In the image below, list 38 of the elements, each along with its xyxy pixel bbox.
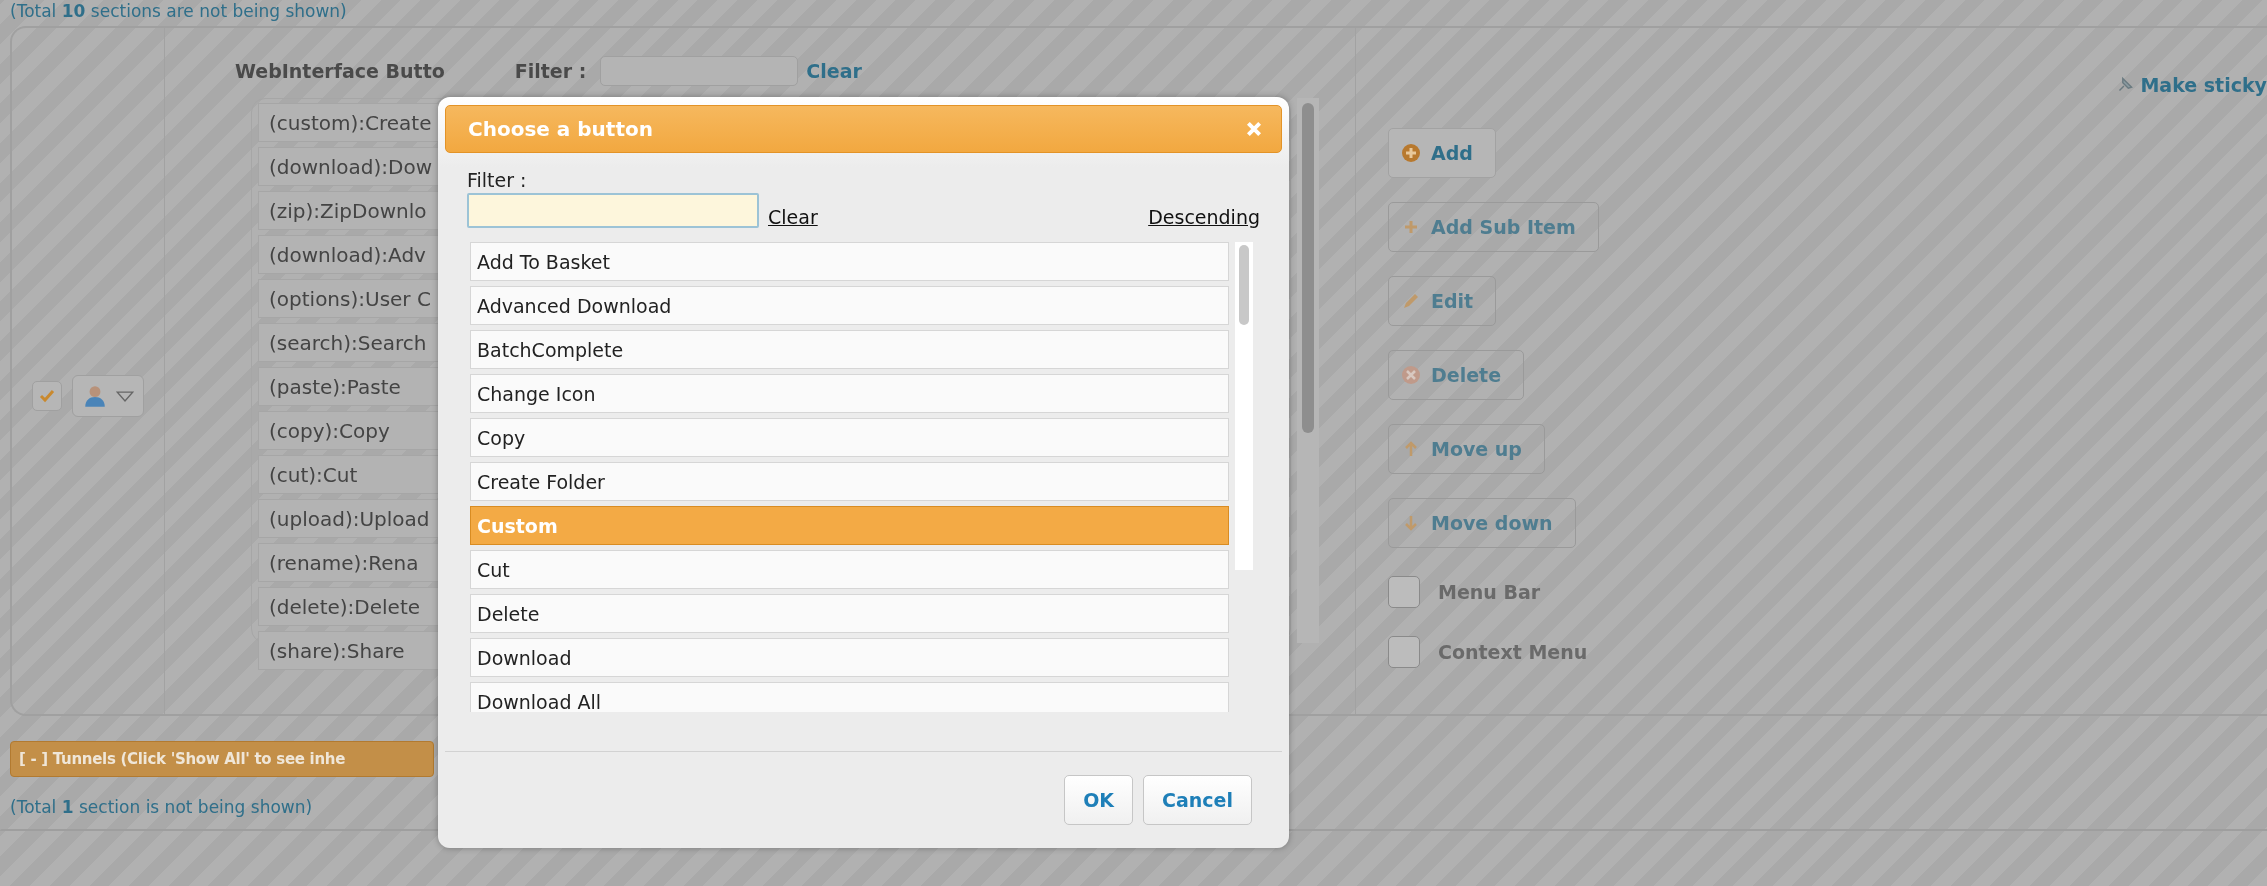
option-checkbox[interactable]	[1388, 576, 1420, 608]
close-icon[interactable]	[1245, 120, 1263, 138]
button-option[interactable]: Create Folder	[470, 462, 1229, 501]
enabled-checkbox[interactable]	[32, 381, 62, 411]
filter-input[interactable]	[467, 193, 759, 228]
button-option[interactable]: Delete	[470, 594, 1229, 633]
scrollbar-thumb[interactable]	[1239, 245, 1249, 325]
user-icon	[82, 383, 108, 409]
button-option[interactable]: Cut	[470, 550, 1229, 589]
plus-circle-icon	[1401, 143, 1421, 163]
delete-icon	[1401, 365, 1421, 385]
user-dropdown[interactable]	[72, 375, 144, 417]
section-title: WebInterface Butto	[235, 60, 445, 82]
sections-hidden-note: (Total 1 section is not being shown)	[10, 796, 313, 819]
button-option[interactable]: Change Icon	[470, 374, 1229, 413]
sections-hidden-note: (Total 10 sections are not being shown)	[10, 0, 347, 22]
pencil-icon	[1401, 291, 1421, 311]
filter-label: Filter :	[467, 169, 528, 191]
button-option[interactable]: Copy	[470, 418, 1229, 457]
dialog-button[interactable]: OK	[1064, 775, 1134, 825]
filter-label: Filter :	[514, 60, 587, 82]
clear-link[interactable]: Clear	[768, 206, 818, 228]
dialog-button[interactable]: Cancel	[1143, 775, 1252, 825]
scrollbar[interactable]	[1297, 98, 1319, 643]
option-label: Menu Bar	[1438, 581, 1541, 603]
sort-order-link[interactable]: Descending	[1148, 206, 1260, 228]
caret-icon	[116, 390, 134, 402]
dialog-title: Choose a button	[468, 117, 653, 141]
button-option[interactable]: Download	[470, 638, 1229, 677]
check-icon	[39, 388, 55, 404]
button-option[interactable]: Advanced Download	[470, 286, 1229, 325]
button-option[interactable]: BatchComplete	[470, 330, 1229, 369]
option-label: Context Menu	[1438, 641, 1588, 663]
option-checkbox[interactable]	[1388, 636, 1420, 668]
scrollbar-thumb[interactable]	[1302, 103, 1314, 433]
button-option[interactable]: Add To Basket	[470, 242, 1229, 281]
button-option[interactable]: Download All	[470, 682, 1229, 712]
scrollbar[interactable]	[1235, 242, 1253, 570]
